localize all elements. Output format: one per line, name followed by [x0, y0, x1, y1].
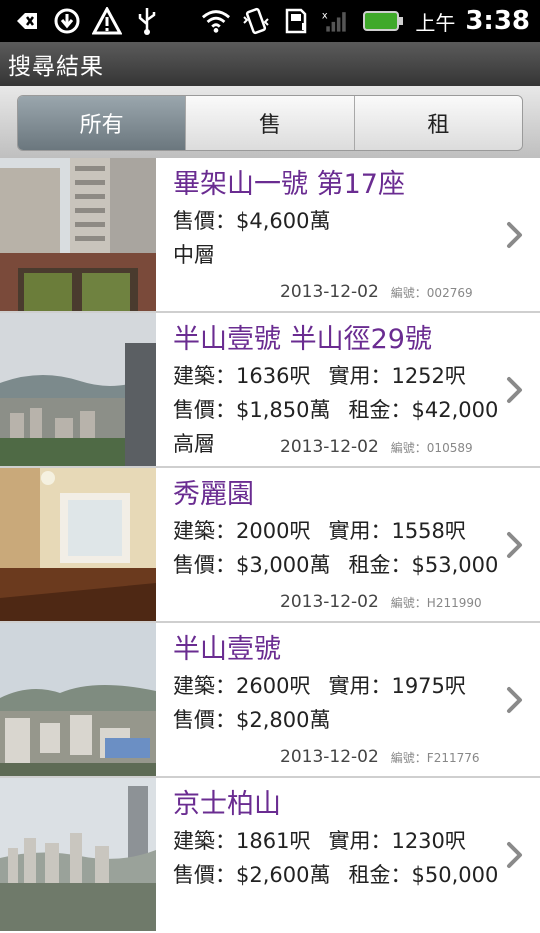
chevron-right-icon	[504, 530, 526, 560]
listing-net-area: 實用：1230呎	[328, 829, 466, 853]
listing-rent: 租金：$42,000	[348, 398, 499, 422]
listing-rent: 租金：$50,000	[348, 863, 499, 887]
listing-title: 畢架山一號 第17座	[173, 169, 405, 200]
property-photo	[0, 623, 156, 776]
tab-bar: 所有 售 租	[0, 86, 540, 158]
listing-date: 2013-12-02	[280, 437, 379, 457]
listing-gross-area: 建築：2600呎	[173, 674, 311, 698]
list-item[interactable]: 畢架山一號 第17座 售價：$4,600萬 中層 2013-12-02 編號：00…	[0, 158, 540, 313]
notification-back-icon	[12, 6, 42, 36]
chevron-right-icon	[504, 840, 526, 870]
tab-sale[interactable]: 售	[185, 96, 354, 150]
clock-ampm: 上午	[415, 10, 456, 35]
listing-title: 半山壹號 半山徑29號	[173, 324, 432, 355]
listing-meta: 2013-12-02 編號：002769	[280, 282, 473, 302]
listing-meta: 2013-12-02 編號：H211990	[280, 592, 482, 612]
battery-icon	[361, 6, 405, 36]
warning-icon	[92, 6, 122, 36]
signal-icon: x	[321, 6, 351, 36]
clock: 3:38	[465, 6, 530, 36]
vibrate-icon	[241, 6, 271, 36]
tab-all[interactable]: 所有	[18, 96, 186, 150]
property-photo	[0, 158, 156, 311]
listing-gross-area: 建築：1861呎	[173, 829, 311, 853]
listing-code: 編號：010589	[390, 441, 473, 455]
listing-gross-area: 建築：1636呎	[173, 364, 311, 388]
listing-rent: 租金：$53,000	[348, 553, 499, 577]
listing-date: 2013-12-02	[280, 282, 379, 302]
wifi-icon	[201, 6, 231, 36]
listing-meta: 2013-12-02 編號：010589	[280, 437, 473, 457]
download-icon	[52, 6, 82, 36]
listing-floor: 中層	[173, 243, 215, 267]
list-item[interactable]: 京士柏山 建築：1861呎 實用：1230呎 售價：$2,600萬 租金：$50,0…	[0, 778, 540, 933]
chevron-right-icon	[504, 375, 526, 405]
listing-price: 售價：$4,600萬	[173, 209, 331, 233]
listing-price: 售價：$1,850萬	[173, 398, 331, 422]
listing-gross-area: 建築：2000呎	[173, 519, 311, 543]
sd-card-icon	[281, 6, 311, 36]
list-item[interactable]: 秀麗園 建築：2000呎 實用：1558呎 售價：$3,000萬 租金：$53,00…	[0, 468, 540, 623]
results-list: 畢架山一號 第17座 售價：$4,600萬 中層 2013-12-02 編號：00…	[0, 158, 540, 933]
listing-net-area: 實用：1252呎	[328, 364, 466, 388]
listing-price: 售價：$2,600萬	[173, 863, 331, 887]
listing-code: 編號：F211776	[390, 751, 480, 765]
chevron-right-icon	[504, 220, 526, 250]
listing-price: 售價：$2,800萬	[173, 708, 331, 732]
listing-title: 秀麗園	[173, 479, 254, 510]
listing-price: 售價：$3,000萬	[173, 553, 331, 577]
svg-text:x: x	[322, 10, 328, 21]
listing-title: 京士柏山	[173, 789, 281, 820]
filter-tabs: 所有 售 租	[17, 95, 523, 151]
listing-date: 2013-12-02	[280, 592, 379, 612]
chevron-right-icon	[504, 685, 526, 715]
property-photo	[0, 778, 156, 931]
tab-rent[interactable]: 租	[353, 96, 522, 150]
page-title: 搜尋結果	[8, 54, 104, 80]
listing-net-area: 實用：1975呎	[328, 674, 466, 698]
usb-icon	[132, 6, 162, 36]
list-item[interactable]: 半山壹號 建築：2600呎 實用：1975呎 售價：$2,800萬 2013-12…	[0, 623, 540, 778]
listing-date: 2013-12-02	[280, 747, 379, 767]
listing-code: 編號：H211990	[390, 596, 482, 610]
listing-title: 半山壹號	[173, 634, 281, 665]
property-photo	[0, 468, 156, 621]
listing-code: 編號：002769	[390, 286, 473, 300]
title-bar: 搜尋結果	[0, 42, 540, 86]
list-item[interactable]: 半山壹號 半山徑29號 建築：1636呎 實用：1252呎 售價：$1,850萬租…	[0, 313, 540, 468]
status-bar: x 上午 3:38	[0, 0, 540, 42]
listing-meta: 2013-12-02 編號：F211776	[280, 747, 480, 767]
property-photo	[0, 313, 156, 466]
listing-net-area: 實用：1558呎	[328, 519, 466, 543]
